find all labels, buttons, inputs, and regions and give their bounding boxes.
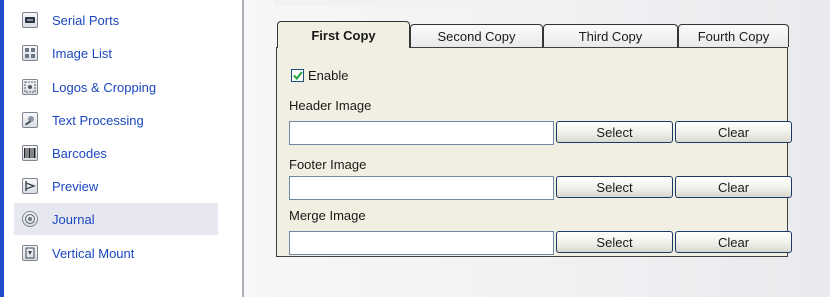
sidebar-item-logos-cropping[interactable]: Logos & Cropping	[14, 71, 218, 103]
sidebar-item-label: Barcodes	[52, 145, 107, 161]
sidebar-item-label: Image List	[52, 45, 112, 61]
header-image-label: Header Image	[289, 98, 372, 113]
checkmark-icon	[292, 71, 303, 80]
tab-first-copy[interactable]: First Copy	[277, 21, 410, 48]
image-list-icon	[22, 45, 38, 61]
text-processing-icon	[22, 112, 38, 128]
sidebar-item-text-processing[interactable]: Text Processing	[14, 104, 218, 136]
footer-select-button[interactable]: Select	[556, 176, 673, 198]
sidebar-item-journal[interactable]: Journal	[14, 203, 218, 235]
sidebar-item-label: Text Processing	[52, 112, 144, 128]
footer-image-input[interactable]	[289, 176, 554, 200]
sidebar-item-vertical-mount[interactable]: Vertical Mount	[14, 237, 218, 269]
header-image-input[interactable]	[289, 121, 554, 145]
footer-clear-button[interactable]: Clear	[675, 176, 792, 198]
sidebar-item-label: Preview	[52, 178, 99, 194]
serial-port-icon	[22, 12, 38, 28]
enable-row: Enable	[291, 68, 348, 83]
sidebar-item-barcodes[interactable]: Barcodes	[14, 137, 218, 169]
barcode-icon	[22, 145, 38, 161]
sidebar-item-image-list[interactable]: Image List	[14, 37, 218, 69]
tab-fourth-copy[interactable]: Fourth Copy	[678, 24, 789, 47]
top-edge-strip	[274, 0, 474, 6]
enable-label: Enable	[308, 68, 349, 83]
journal-icon	[22, 211, 38, 227]
merge-image-input[interactable]	[289, 231, 554, 255]
logo-crop-icon	[22, 79, 38, 95]
tab-second-copy[interactable]: Second Copy	[410, 24, 543, 47]
sidebar-item-serial-ports[interactable]: Serial Ports	[14, 4, 218, 36]
tab-third-copy[interactable]: Third Copy	[543, 24, 678, 47]
merge-select-button[interactable]: Select	[556, 231, 673, 253]
enable-checkbox[interactable]	[291, 69, 304, 82]
header-clear-button[interactable]: Clear	[675, 121, 792, 143]
sidebar-item-label: Vertical Mount	[52, 245, 135, 261]
sidebar-accent-bar	[0, 0, 4, 297]
merge-image-label: Merge Image	[289, 208, 366, 223]
preview-icon	[22, 178, 38, 194]
header-select-button[interactable]: Select	[556, 121, 673, 143]
copy-settings-panel: Enable Header Image Select Clear Footer …	[276, 47, 792, 257]
vertical-mount-icon	[22, 245, 38, 261]
sidebar-item-label: Logos & Cropping	[52, 79, 157, 95]
merge-clear-button[interactable]: Clear	[675, 231, 792, 253]
footer-image-label: Footer Image	[289, 157, 367, 172]
sidebar-item-label: Journal	[52, 211, 95, 227]
sidebar-item-preview[interactable]: Preview	[14, 170, 218, 202]
main-content: First Copy Second Copy Third Copy Fourth…	[244, 0, 830, 297]
sidebar: Serial Ports Image List Logos & Cropping…	[0, 0, 234, 297]
sidebar-item-label: Serial Ports	[52, 12, 120, 28]
